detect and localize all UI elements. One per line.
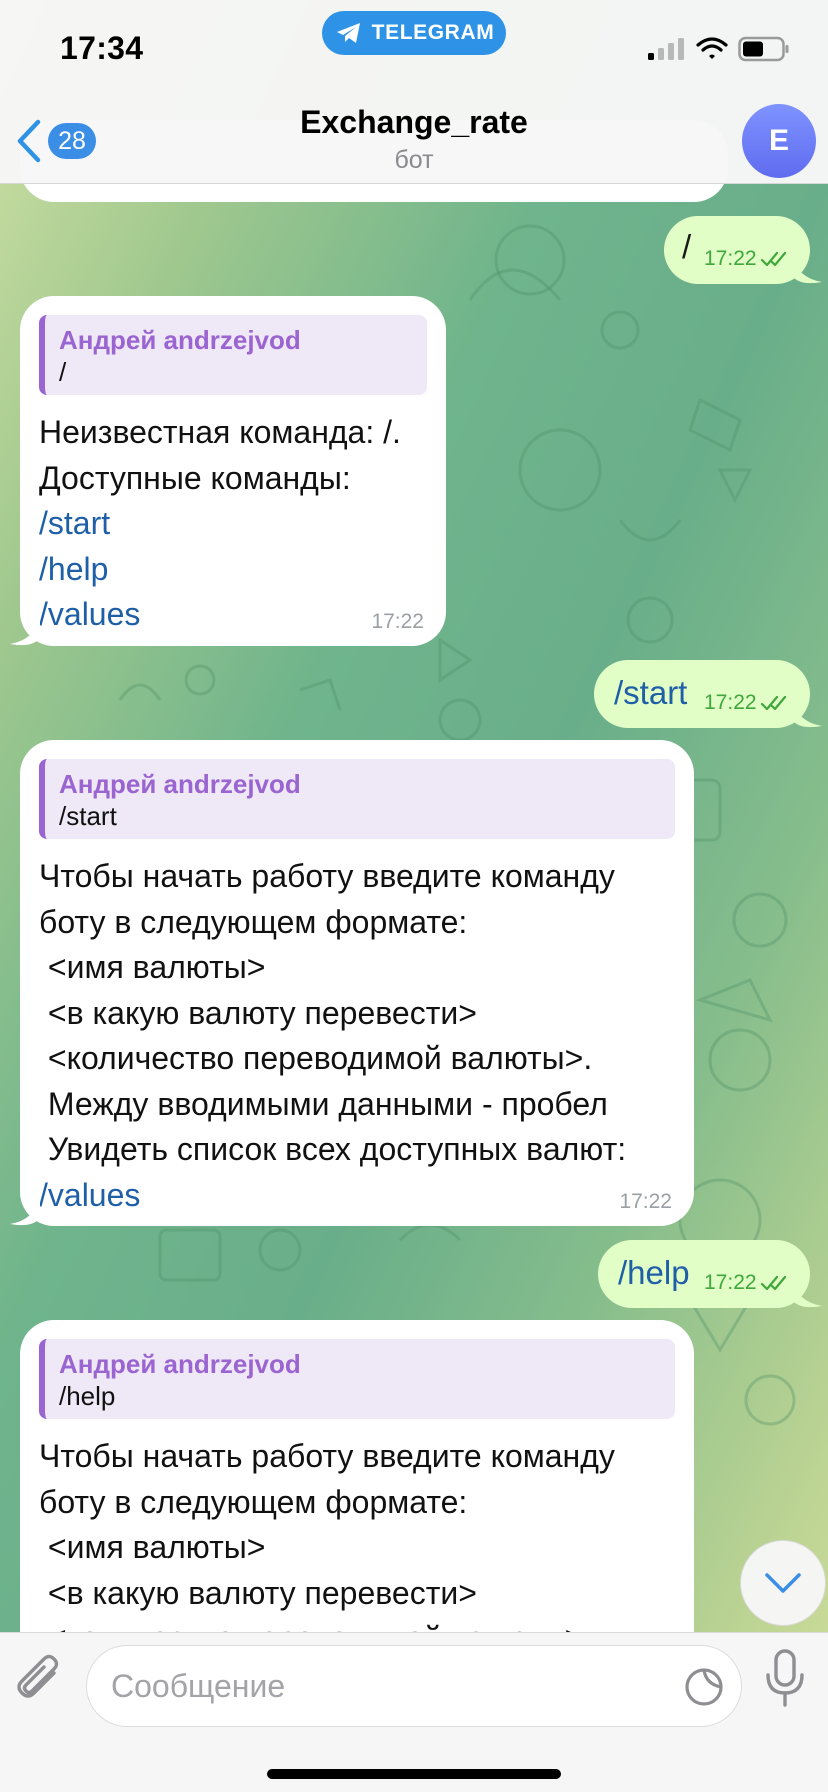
chat-header: 17:34 TELEGRAM 28 Exchange_rate бот E <box>0 0 828 184</box>
reply-text: /help <box>59 1381 116 1411</box>
reply-text: / <box>59 357 67 387</box>
message-line: Чтобы начать работу введите команду <box>39 858 615 894</box>
reply-sender-name: Андрей andrzejvod <box>59 1349 301 1379</box>
reply-quote[interactable]: Андрей andrzejvod /help <box>39 1339 675 1419</box>
message-time: 17:22 <box>619 1190 672 1213</box>
bubble-tail <box>10 1198 40 1226</box>
status-time: 17:34 <box>60 30 144 66</box>
message-input-field[interactable] <box>86 1645 742 1727</box>
message-meta: 17:22 <box>704 1271 791 1295</box>
message-meta: 17:22 <box>704 247 791 271</box>
bubble-tail <box>792 256 822 284</box>
reply-sender-name: Андрей andrzejvod <box>59 769 301 799</box>
command-link-help[interactable]: /help <box>39 547 401 593</box>
message-time: 17:22 <box>371 610 424 633</box>
reply-sender-name: Андрей andrzejvod <box>59 325 301 355</box>
wifi-icon <box>696 37 728 59</box>
double-check-icon <box>760 695 786 711</box>
message-meta: 17:22 <box>704 691 791 715</box>
chat-subtitle: бот <box>394 146 434 174</box>
message-input[interactable] <box>111 1646 671 1726</box>
outgoing-message-text[interactable]: /start <box>614 674 687 712</box>
scroll-to-bottom-button[interactable] <box>740 1540 826 1626</box>
microphone-icon[interactable] <box>762 1647 808 1717</box>
message-line: Чтобы начать работу введите команду <box>39 1438 615 1474</box>
paperclip-icon[interactable] <box>16 1653 66 1711</box>
command-link-start[interactable]: /start <box>39 501 401 547</box>
telegram-pill-label: TELEGRAM <box>371 21 495 44</box>
message-line: <в какую валюту перевести> <box>39 1574 477 1611</box>
message-body: Чтобы начать работу введите команду боту … <box>39 854 626 1218</box>
message-time: 17:22 <box>704 247 757 270</box>
message-line: Увидеть список всех доступных валют: <box>39 1131 627 1167</box>
reply-text: /start <box>59 801 117 831</box>
message-line: <в какую валюту перевести> <box>39 994 477 1031</box>
telegram-pill[interactable]: TELEGRAM <box>322 11 506 55</box>
message-line: <имя валюты> <box>39 1529 266 1565</box>
status-icons <box>646 36 790 62</box>
bubble-tail <box>10 618 40 646</box>
home-indicator <box>267 1769 561 1779</box>
message-body: Неизвестная команда: /. Доступные команды… <box>39 410 401 638</box>
message-body: Чтобы начать работу введите команду боту … <box>39 1434 615 1662</box>
telegram-logo-icon <box>336 23 360 43</box>
message-list[interactable]: / 17:22 Андрей andrzejvod / Неизвестная … <box>0 0 828 1740</box>
bubble-tail <box>792 700 822 728</box>
message-line: Между вводимыми данными - пробел <box>39 1085 608 1122</box>
sticker-icon[interactable] <box>683 1666 725 1708</box>
message-line: Неизвестная команда: /. <box>39 414 401 450</box>
incoming-message[interactable]: Андрей andrzejvod /start Чтобы начать ра… <box>20 740 694 1226</box>
outgoing-message-text[interactable]: /help <box>618 1254 690 1292</box>
command-link-values[interactable]: /values <box>39 592 401 638</box>
message-line: <количество переводимой валюты>. <box>39 1040 593 1076</box>
message-time: 17:22 <box>704 1271 757 1294</box>
battery-icon <box>738 36 789 62</box>
outgoing-message-text: / <box>682 228 692 265</box>
message-time: 17:22 <box>704 691 757 714</box>
command-link-values[interactable]: /values <box>39 1173 626 1219</box>
message-line: боту в следующем формате: <box>39 1483 468 1520</box>
cellular-signal-icon <box>648 38 684 60</box>
double-check-icon <box>760 1275 786 1291</box>
message-line: <имя валюты> <box>39 949 266 985</box>
reply-quote[interactable]: Андрей andrzejvod / <box>39 315 427 395</box>
reply-quote[interactable]: Андрей andrzejvod /start <box>39 759 675 839</box>
message-line: боту в следующем формате: <box>39 903 468 940</box>
bubble-tail <box>792 1280 822 1308</box>
avatar[interactable]: E <box>742 104 816 178</box>
message-line: Доступные команды: <box>39 459 351 496</box>
chat-title[interactable]: Exchange_rate <box>0 104 828 141</box>
message-composer <box>0 1632 828 1792</box>
double-check-icon <box>760 251 786 267</box>
chevron-down-icon <box>765 1573 801 1593</box>
incoming-message[interactable]: Андрей andrzejvod / Неизвестная команда:… <box>20 296 446 646</box>
